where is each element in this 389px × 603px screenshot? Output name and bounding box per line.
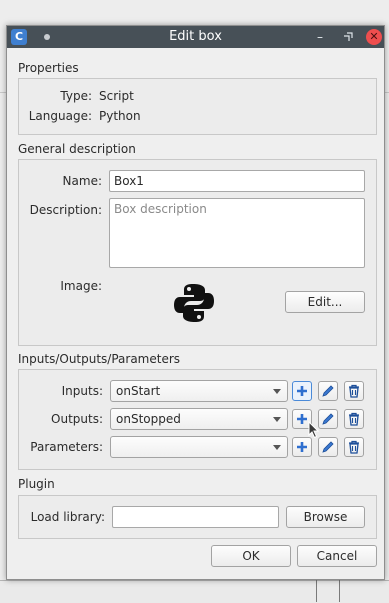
load-library-input[interactable] [112,506,279,528]
type-value: Script [99,89,134,103]
delete-parameter-button[interactable] [344,437,364,457]
image-label: Image: [60,279,102,293]
plus-icon [297,414,307,424]
cancel-button[interactable]: Cancel [297,545,377,567]
pencil-icon [322,441,334,453]
background-panel [0,580,389,603]
name-label: Name: [62,174,102,188]
plus-icon [297,386,307,396]
plus-icon [297,442,307,452]
delete-output-button[interactable] [344,409,364,429]
outputs-label: Outputs: [51,412,103,426]
outputs-select-value: onStopped [116,412,181,426]
inputs-label: Inputs: [61,384,103,398]
type-label: Type: [60,89,92,103]
plugin-section-label: Plugin [18,477,55,491]
io-section-label: Inputs/Outputs/Parameters [18,352,181,366]
description-textarea[interactable]: Box description [109,198,365,268]
maximize-icon[interactable] [340,29,356,45]
trash-icon [349,384,359,398]
edit-input-button[interactable] [318,381,338,401]
parameters-select[interactable] [110,436,288,458]
minimize-icon[interactable]: – [312,29,328,45]
edit-parameter-button[interactable] [318,437,338,457]
properties-section-label: Properties [18,61,79,75]
general-section-label: General description [18,142,136,156]
pencil-icon [322,385,334,397]
edit-output-button[interactable] [318,409,338,429]
edit-image-button[interactable]: Edit... [285,291,365,313]
description-label: Description: [29,203,102,217]
close-icon[interactable]: ✕ [366,29,382,45]
python-logo-icon [173,282,215,327]
language-value: Python [99,109,141,123]
trash-icon [349,412,359,426]
add-input-button[interactable] [292,381,312,401]
mouse-cursor-icon [308,420,320,442]
background-divider [339,580,340,602]
delete-input-button[interactable] [344,381,364,401]
dialog-titlebar[interactable]: C Edit box – ✕ [7,26,384,48]
parameters-label: Parameters: [30,440,103,454]
language-label: Language: [28,109,92,123]
properties-groupbox: Type: Script Language: Python [18,78,377,135]
inputs-select-value: onStart [116,384,161,398]
trash-icon [349,440,359,454]
background-divider [316,580,317,602]
inputs-select[interactable]: onStart [110,380,288,402]
chevron-down-icon [273,417,281,422]
browse-button[interactable]: Browse [286,506,365,528]
name-input[interactable]: Box1 [109,170,365,192]
load-library-label: Load library: [30,510,105,524]
ok-button[interactable]: OK [211,545,291,567]
outputs-select[interactable]: onStopped [110,408,288,430]
chevron-down-icon [273,389,281,394]
chevron-down-icon [273,445,281,450]
edit-box-dialog: C Edit box – ✕ Properties Type: Script L… [6,25,385,580]
pencil-icon [322,413,334,425]
